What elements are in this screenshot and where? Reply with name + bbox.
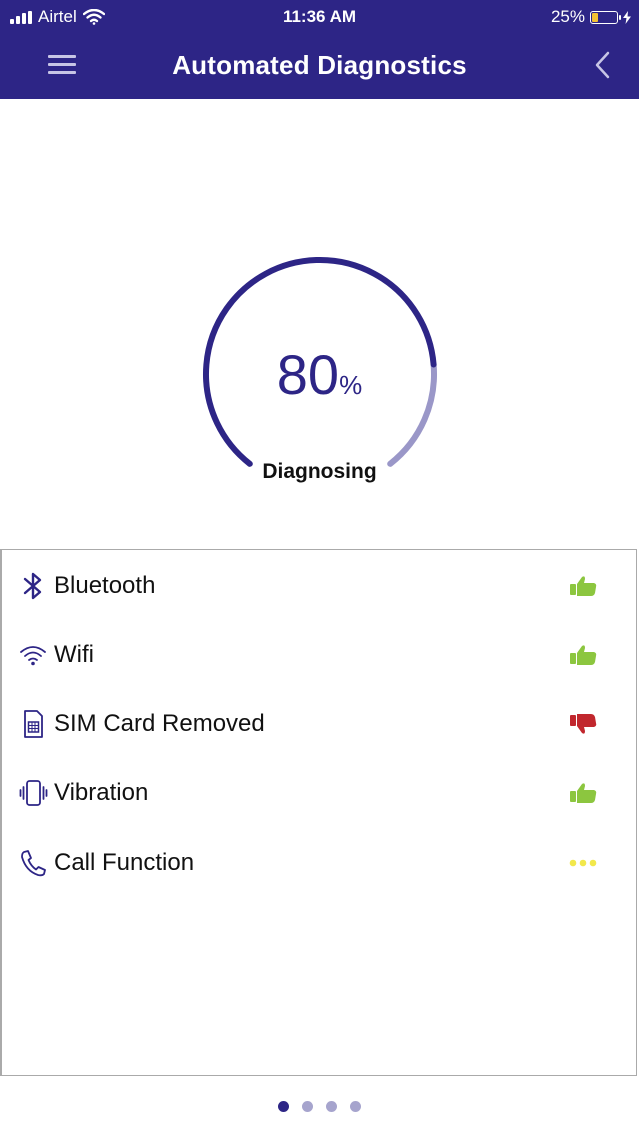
charging-icon	[623, 10, 631, 24]
check-row-call-function[interactable]: Call Function	[2, 837, 639, 887]
phone-icon	[21, 850, 46, 877]
pending-dots-icon	[569, 859, 597, 867]
status-bar: Airtel 11:36 AM 25%	[0, 6, 639, 28]
page-indicator	[0, 1101, 639, 1112]
page-dot[interactable]	[278, 1101, 289, 1112]
chevron-left-icon[interactable]	[593, 50, 613, 80]
thumbs-down-icon	[570, 714, 597, 734]
sim-card-icon	[24, 710, 43, 738]
page-dot[interactable]	[326, 1101, 337, 1112]
check-row-vibration[interactable]: Vibration	[2, 767, 639, 817]
battery-icon	[590, 10, 621, 24]
status-time: 11:36 AM	[282, 7, 357, 26]
thumbs-up-icon	[570, 576, 597, 596]
thumbs-up-icon	[570, 783, 597, 803]
check-label: Vibration	[54, 779, 149, 806]
check-row-wifi[interactable]: Wifi	[2, 629, 639, 679]
bluetooth-icon	[23, 572, 42, 600]
battery-info: 25%	[551, 7, 631, 27]
progress-percent: 80%	[0, 342, 639, 407]
check-label: SIM Card Removed	[54, 710, 265, 737]
page-title: Automated Diagnostics	[172, 50, 467, 80]
check-label: Wifi	[54, 641, 94, 668]
check-label: Bluetooth	[54, 572, 156, 599]
page-dot[interactable]	[302, 1101, 313, 1112]
check-row-bluetooth[interactable]: Bluetooth	[2, 560, 639, 610]
check-label: Call Function	[54, 849, 195, 876]
page-dot[interactable]	[350, 1101, 361, 1112]
wifi-icon	[20, 646, 46, 666]
gauge-label: Diagnosing	[262, 460, 377, 483]
progress-value: 80	[276, 343, 340, 406]
vibration-icon	[19, 780, 48, 806]
app-header: Airtel 11:36 AM 25% Automated Diagnostic…	[0, 0, 639, 99]
progress-unit: %	[339, 370, 363, 400]
battery-percent: 25%	[550, 7, 585, 26]
check-row-sim-card[interactable]: SIM Card Removed	[2, 698, 639, 748]
thumbs-up-icon	[570, 645, 597, 665]
diagnostics-list: Bluetooth Wifi SIM Card Removed Vibratio…	[0, 549, 637, 1076]
